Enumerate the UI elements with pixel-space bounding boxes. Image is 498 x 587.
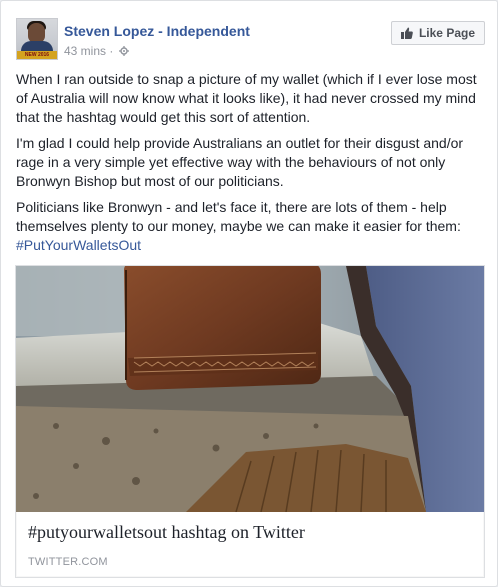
post-meta: 43 mins ·: [64, 44, 129, 58]
like-page-button[interactable]: Like Page: [390, 21, 485, 45]
link-preview-image[interactable]: [16, 266, 484, 512]
link-preview-title[interactable]: #putyourwalletsout hashtag on Twitter: [28, 522, 305, 543]
post-paragraph: I'm glad I could help provide Australian…: [16, 135, 464, 189]
link-preview-domain: TWITTER.COM: [28, 556, 108, 568]
post-header: NEW 2016 Steven Lopez - Independent 43 m…: [16, 18, 485, 62]
gear-icon[interactable]: [118, 46, 129, 56]
like-page-label: Like Page: [418, 26, 475, 40]
link-preview[interactable]: #putyourwalletsout hashtag on Twitter TW…: [15, 265, 485, 578]
post-text: When I ran outside to snap a picture of …: [16, 70, 486, 262]
thumbs-up-icon: [400, 27, 413, 39]
avatar-badge: NEW 2016: [17, 51, 57, 59]
post-paragraph: Politicians like Bronwyn - and let's fac…: [16, 199, 461, 253]
post-paragraph: When I ran outside to snap a picture of …: [16, 71, 477, 125]
author-name[interactable]: Steven Lopez - Independent: [64, 23, 250, 39]
avatar[interactable]: NEW 2016: [16, 18, 58, 60]
post-timestamp[interactable]: 43 mins: [64, 44, 106, 58]
hashtag-link[interactable]: #PutYourWalletsOut: [16, 237, 141, 253]
post-card: NEW 2016 Steven Lopez - Independent 43 m…: [0, 0, 498, 587]
wallet-photo: [16, 266, 484, 512]
